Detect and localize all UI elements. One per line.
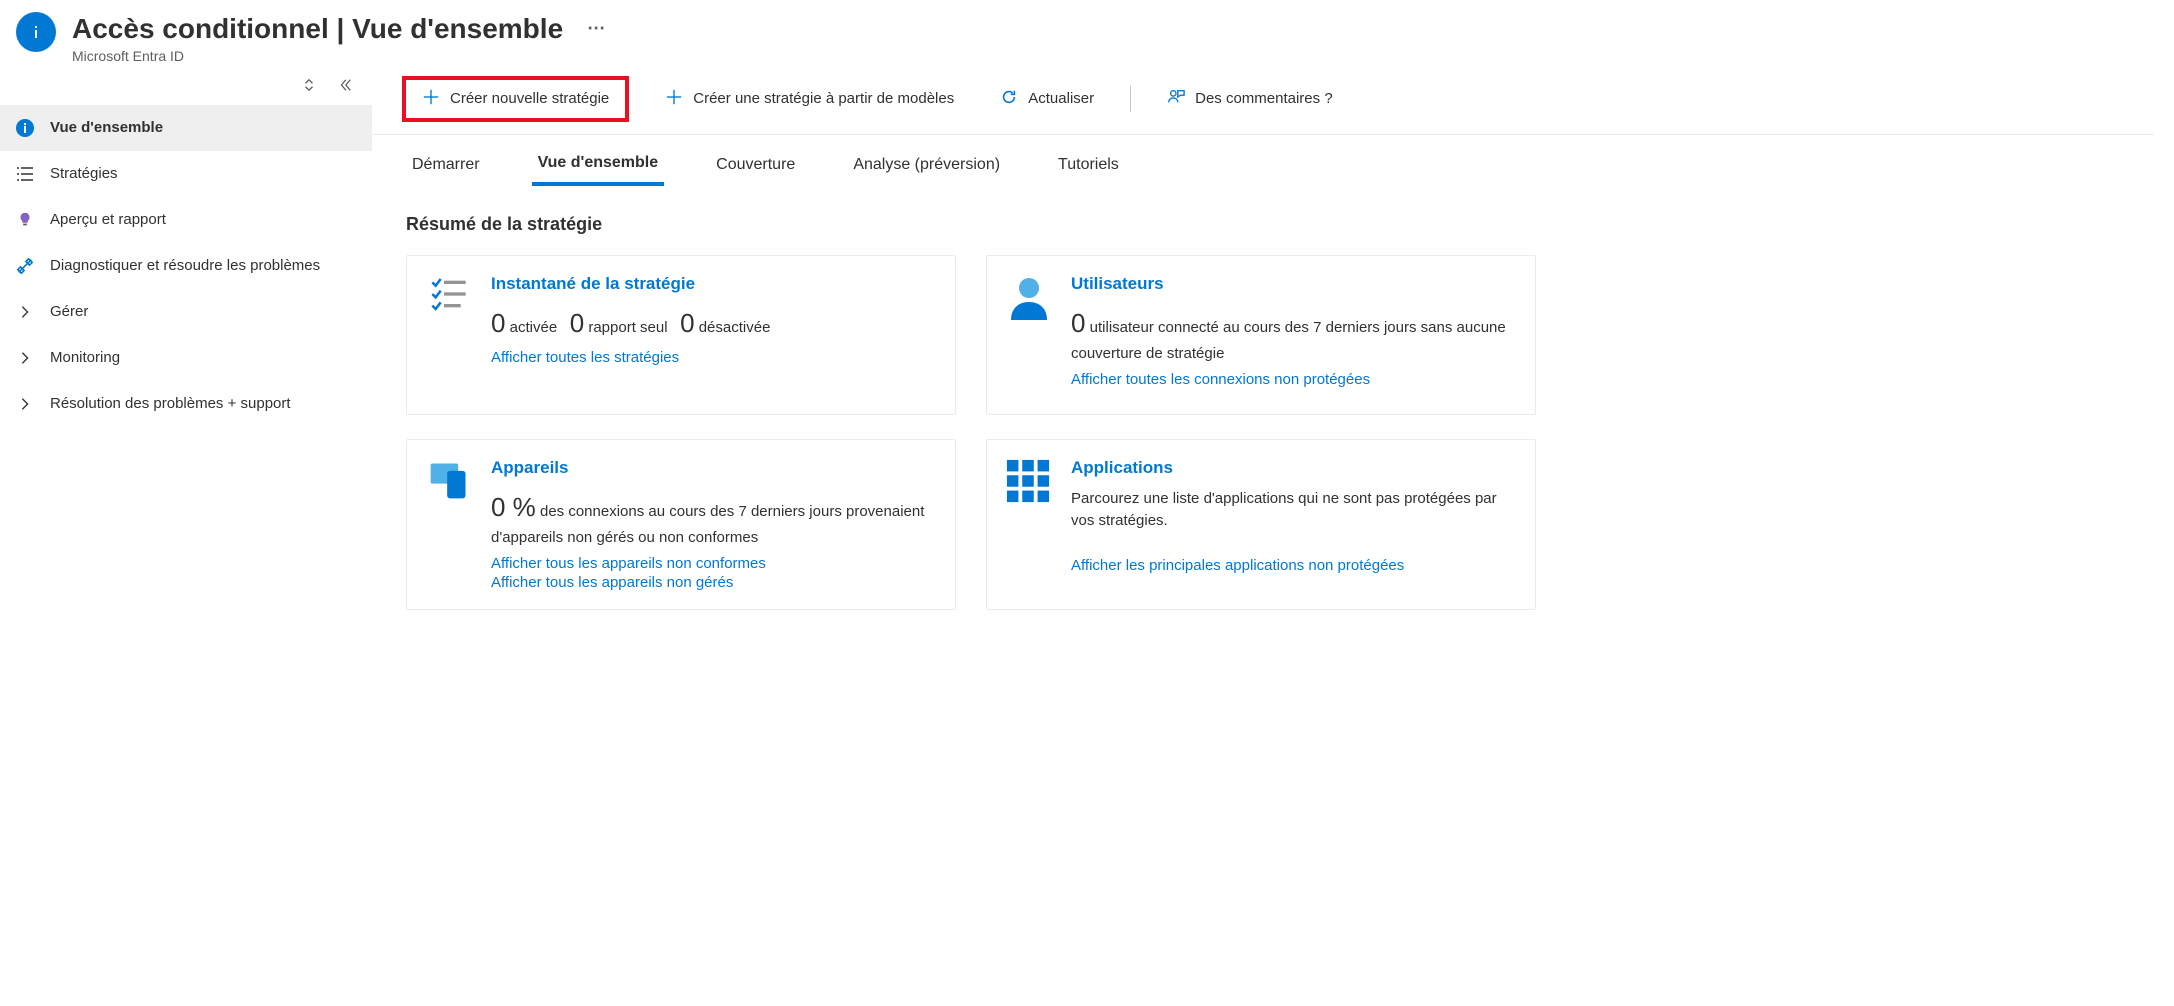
card-users: Utilisateurs 0 utilisateur connecté au c… <box>986 255 1536 415</box>
refresh-icon <box>1000 88 1018 110</box>
card-stats: 0 utilisateur connecté au cours des 7 de… <box>1071 304 1517 366</box>
card-policy-snapshot: Instantané de la stratégie 0 activée 0 r… <box>406 255 956 415</box>
toolbar-label: Créer une stratégie à partir de modèles <box>693 90 954 107</box>
toolbar: Créer nouvelle stratégie Créer une strat… <box>372 68 2154 135</box>
stat-users-value: 0 <box>1071 308 1085 338</box>
sidebar-item-label: Monitoring <box>50 349 120 366</box>
sidebar-item-label: Gérer <box>50 303 88 320</box>
card-stats: 0 % des connexions au cours des 7 dernie… <box>491 488 937 550</box>
toolbar-label: Actualiser <box>1028 90 1094 107</box>
devices-icon <box>425 458 473 592</box>
chevron-right-icon <box>14 305 36 319</box>
sidebar-item-diagnose[interactable]: Diagnostiquer et résoudre les problèmes <box>0 243 372 289</box>
collapse-sidebar-icon[interactable] <box>338 78 352 95</box>
stat-report-value: 0 <box>570 308 584 338</box>
expand-collapse-icon[interactable] <box>302 78 316 95</box>
sidebar-item-monitoring[interactable]: Monitoring <box>0 335 372 381</box>
view-all-policies-link[interactable]: Afficher toutes les stratégies <box>491 349 937 366</box>
stat-enabled-value: 0 <box>491 308 505 338</box>
chevron-right-icon <box>14 351 36 365</box>
view-unprotected-signins-link[interactable]: Afficher toutes les connexions non proté… <box>1071 371 1517 388</box>
card-title[interactable]: Instantané de la stratégie <box>491 274 937 294</box>
tab-start[interactable]: Démarrer <box>406 153 486 186</box>
more-actions-button[interactable]: ⋯ <box>583 14 609 44</box>
section-title: Résumé de la stratégie <box>406 214 2154 235</box>
stat-users-text: utilisateur connecté au cours des 7 dern… <box>1071 319 1506 362</box>
toolbar-label: Des commentaires ? <box>1195 90 1333 107</box>
card-title[interactable]: Appareils <box>491 458 937 478</box>
checklist-icon <box>425 274 473 396</box>
create-policy-button[interactable]: Créer nouvelle stratégie <box>402 76 629 122</box>
sidebar: Vue d'ensemble Stratégies Aperçu et rapp… <box>0 68 372 427</box>
view-noncompliant-devices-link[interactable]: Afficher tous les appareils non conforme… <box>491 555 937 572</box>
main-content: Créer nouvelle stratégie Créer une strat… <box>372 68 2174 611</box>
sidebar-item-manage[interactable]: Gérer <box>0 289 372 335</box>
apps-grid-icon <box>1005 458 1053 592</box>
stat-enabled-label: activée <box>510 319 558 336</box>
stat-devices-text: des connexions au cours des 7 derniers j… <box>491 503 924 546</box>
card-text: Parcourez une liste d'applications qui n… <box>1071 488 1517 533</box>
sidebar-item-label: Aperçu et rapport <box>50 211 166 228</box>
sidebar-item-policies[interactable]: Stratégies <box>0 151 372 197</box>
view-unmanaged-devices-link[interactable]: Afficher tous les appareils non gérés <box>491 574 937 591</box>
tab-overview[interactable]: Vue d'ensemble <box>532 153 665 186</box>
refresh-button[interactable]: Actualiser <box>990 82 1104 116</box>
page-subtitle: Microsoft Entra ID <box>72 48 2154 64</box>
tab-coverage[interactable]: Couverture <box>710 153 801 186</box>
sidebar-item-label: Vue d'ensemble <box>50 119 163 136</box>
sidebar-item-troubleshoot[interactable]: Résolution des problèmes + support <box>0 381 372 427</box>
page-header: Accès conditionnel | Vue d'ensemble ⋯ Mi… <box>0 0 2174 68</box>
toolbar-separator <box>1130 86 1131 112</box>
feedback-icon <box>1167 88 1185 110</box>
stat-devices-value: 0 % <box>491 492 536 522</box>
tab-bar: Démarrer Vue d'ensemble Couverture Analy… <box>372 135 2154 186</box>
chevron-right-icon <box>14 397 36 411</box>
stat-disabled-value: 0 <box>680 308 694 338</box>
lightbulb-icon <box>14 211 36 229</box>
toolbar-label: Créer nouvelle stratégie <box>450 90 609 107</box>
create-from-template-button[interactable]: Créer une stratégie à partir de modèles <box>655 82 964 116</box>
stat-report-label: rapport seul <box>588 319 667 336</box>
sidebar-item-overview[interactable]: Vue d'ensemble <box>0 105 372 151</box>
list-icon <box>14 164 36 184</box>
card-title[interactable]: Applications <box>1071 458 1517 478</box>
sidebar-item-insights[interactable]: Aperçu et rapport <box>0 197 372 243</box>
wrench-icon <box>14 257 36 275</box>
feedback-button[interactable]: Des commentaires ? <box>1157 82 1343 116</box>
card-devices: Appareils 0 % des connexions au cours de… <box>406 439 956 611</box>
stat-disabled-label: désactivée <box>699 319 771 336</box>
tab-analysis[interactable]: Analyse (préversion) <box>847 153 1006 186</box>
plus-icon <box>422 88 440 110</box>
sidebar-item-label: Résolution des problèmes + support <box>50 395 291 412</box>
info-icon <box>14 118 36 138</box>
page-title: Accès conditionnel | Vue d'ensemble <box>72 12 563 46</box>
cards-grid: Instantané de la stratégie 0 activée 0 r… <box>406 255 1536 611</box>
plus-icon <box>665 88 683 110</box>
card-stats: 0 activée 0 rapport seul 0 désactivée <box>491 304 937 343</box>
sidebar-item-label: Stratégies <box>50 165 118 182</box>
user-icon <box>1005 274 1053 396</box>
card-title[interactable]: Utilisateurs <box>1071 274 1517 294</box>
view-top-unprotected-apps-link[interactable]: Afficher les principales applications no… <box>1071 557 1517 574</box>
sidebar-item-label: Diagnostiquer et résoudre les problèmes <box>50 257 320 274</box>
tab-tutorials[interactable]: Tutoriels <box>1052 153 1125 186</box>
card-applications: Applications Parcourez une liste d'appli… <box>986 439 1536 611</box>
info-icon <box>16 12 56 52</box>
